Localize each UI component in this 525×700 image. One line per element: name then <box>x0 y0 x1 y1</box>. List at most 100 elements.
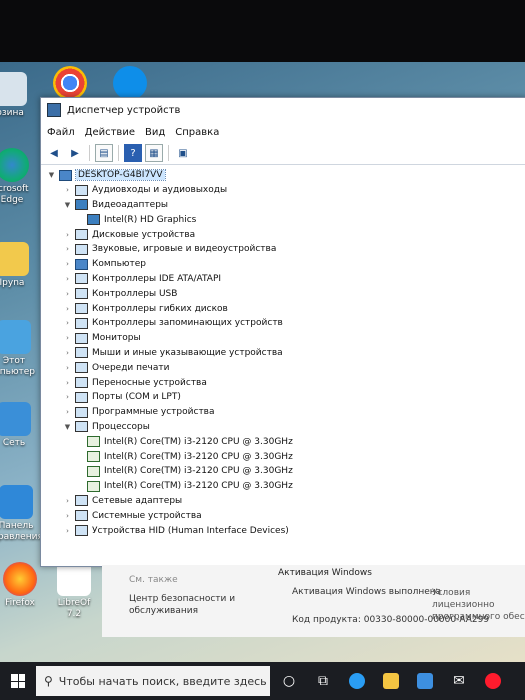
tree-item-audio[interactable]: › Аудиовходы и аудиовыходы <box>41 183 525 198</box>
expand-icon[interactable]: › <box>63 334 72 342</box>
usb-icon <box>75 288 88 300</box>
expand-icon[interactable]: › <box>63 393 72 401</box>
libreoffice-icon[interactable]: LibreOf 7.2 <box>50 562 98 620</box>
tree-item-storage[interactable]: › Контроллеры запоминающих устройств <box>41 316 525 331</box>
edge-taskbar-icon[interactable] <box>342 662 372 700</box>
processor-icon <box>87 451 100 463</box>
tree-item-processors[interactable]: ▼ Процессоры <box>41 420 525 435</box>
mouse-icon <box>75 347 88 359</box>
menu-file[interactable]: Файл <box>47 127 75 138</box>
expand-icon[interactable]: › <box>63 260 72 268</box>
tree-item-sound[interactable]: › Звуковые, игровые и видеоустройства <box>41 242 525 257</box>
cortana-icon[interactable]: ○ <box>274 662 304 700</box>
activation-heading: Активация Windows <box>278 568 372 578</box>
expand-icon[interactable]: › <box>63 275 72 283</box>
expand-icon[interactable]: › <box>63 527 72 535</box>
tree-item-label: Переносные устройства <box>92 377 207 388</box>
expand-icon[interactable]: › <box>63 231 72 239</box>
file-explorer-icon[interactable] <box>376 662 406 700</box>
tree-item-floppy[interactable]: › Контроллеры гибких дисков <box>41 301 525 316</box>
tree-item-label: Процессоры <box>92 421 150 432</box>
device-manager-window[interactable]: Диспетчер устройств Файл Действие Вид Сп… <box>40 97 525 567</box>
tree-item-label: Аудиовходы и аудиовыходы <box>92 185 228 196</box>
expand-icon[interactable]: › <box>63 408 72 416</box>
tree-item-portable[interactable]: › Переносные устройства <box>41 375 525 390</box>
tree-item-ide[interactable]: › Контроллеры IDE ATA/ATAPI <box>41 272 525 287</box>
tree-item-network[interactable]: › Сетевые адаптеры <box>41 494 525 509</box>
tree-item-display-adapters[interactable]: ▼ Видеоадаптеры <box>41 198 525 213</box>
expand-icon[interactable]: › <box>63 349 72 357</box>
tree-item-software[interactable]: › Программные устройства <box>41 405 525 420</box>
tree-item-ports[interactable]: › Порты (COM и LPT) <box>41 390 525 405</box>
tree-item-cpu[interactable]: Intel(R) Core(TM) i3-2120 CPU @ 3.30GHz <box>41 464 525 479</box>
disk-drive-icon <box>75 229 88 241</box>
tree-item-label: Видеоадаптеры <box>92 199 169 210</box>
store-icon[interactable] <box>410 662 440 700</box>
expand-icon[interactable]: › <box>63 379 72 387</box>
taskbar-search[interactable]: ⚲ Чтобы начать поиск, введите здесь <box>36 666 270 696</box>
scan-hardware-icon[interactable]: ▣ <box>174 144 192 162</box>
security-center-link[interactable]: Центр безопасности и обслуживания <box>129 593 249 617</box>
tree-item-label: Intel(R) Core(TM) i3-2120 CPU @ 3.30GHz <box>104 436 293 447</box>
processor-icon <box>87 436 100 448</box>
tree-item-usb[interactable]: › Контроллеры USB <box>41 286 525 301</box>
windows-logo-icon <box>11 674 25 688</box>
menu-help[interactable]: Справка <box>175 127 219 138</box>
collapse-icon[interactable]: ▼ <box>47 171 56 179</box>
expand-icon[interactable]: › <box>63 245 72 253</box>
expand-icon[interactable]: › <box>63 290 72 298</box>
expand-icon[interactable]: › <box>63 364 72 372</box>
tree-item-disk-drives[interactable]: › Дисковые устройства <box>41 227 525 242</box>
system-window: См. также Центр безопасности и обслужива… <box>102 565 525 637</box>
collapse-icon[interactable]: ▼ <box>63 423 72 431</box>
desktop-icon-label: Сеть <box>2 438 26 448</box>
tree-item-mice[interactable]: › Мыши и иные указывающие устройства <box>41 346 525 361</box>
tree-item-cpu[interactable]: Intel(R) Core(TM) i3-2120 CPU @ 3.30GHz <box>41 479 525 494</box>
menu-view[interactable]: Вид <box>145 127 165 138</box>
forward-arrow-icon[interactable]: ▶ <box>66 144 84 162</box>
tree-item-cpu[interactable]: Intel(R) Core(TM) i3-2120 CPU @ 3.30GHz <box>41 449 525 464</box>
expand-icon[interactable]: › <box>63 186 72 194</box>
tree-item-label: Контроллеры USB <box>92 288 178 299</box>
tree-item-system[interactable]: › Системные устройства <box>41 508 525 523</box>
control-panel-icon[interactable]: Панель правления <box>0 485 43 543</box>
collapse-icon[interactable]: ▼ <box>63 201 72 209</box>
start-button[interactable] <box>0 662 36 700</box>
desktop-icon-label: Этот мпьютер <box>0 356 36 377</box>
details-icon[interactable]: ▦ <box>145 144 163 162</box>
expand-icon[interactable]: › <box>63 319 72 327</box>
speaker-icon <box>75 243 88 255</box>
tree-item-gpu[interactable]: Intel(R) HD Graphics <box>41 212 525 227</box>
task-view-icon[interactable]: ⧉ <box>308 662 338 700</box>
tree-item-label: Звуковые, игровые и видеоустройства <box>92 244 277 255</box>
tree-item-label: Системные устройства <box>92 510 202 521</box>
storage-controller-icon <box>75 317 88 329</box>
tree-item-label: Порты (COM и LPT) <box>92 392 181 403</box>
product-key: Код продукта: 00330-80000-00000-AA299 <box>292 615 490 625</box>
firefox-icon[interactable]: Firefox <box>0 562 44 609</box>
mail-icon[interactable]: ✉ <box>444 662 474 700</box>
tree-item-cpu[interactable]: Intel(R) Core(TM) i3-2120 CPU @ 3.30GHz <box>41 434 525 449</box>
expand-icon[interactable]: › <box>63 497 72 505</box>
tree-root[interactable]: ▼ DESKTOP-G4BI7VV <box>41 168 525 183</box>
opera-icon[interactable] <box>478 662 508 700</box>
recycle-bin-icon[interactable]: рзина <box>0 72 34 119</box>
desktop-icon-label: Панель правления <box>0 521 43 542</box>
tree-item-computer[interactable]: › Компьютер <box>41 257 525 272</box>
tree-item-monitors[interactable]: › Мониторы <box>41 331 525 346</box>
user-folder-icon[interactable]: Ipyna <box>0 242 36 289</box>
window-titlebar[interactable]: Диспетчер устройств <box>41 98 525 122</box>
properties-icon[interactable]: ▤ <box>95 144 113 162</box>
tree-item-print-queues[interactable]: › Очереди печати <box>41 360 525 375</box>
tree-item-hid[interactable]: › Устройства HID (Human Interface Device… <box>41 523 525 538</box>
expand-icon[interactable]: › <box>63 305 72 313</box>
help-icon[interactable]: ? <box>124 144 142 162</box>
this-pc-icon[interactable]: Этот мпьютер <box>0 320 38 378</box>
edge-icon[interactable]: icrosoft Edge <box>0 148 36 206</box>
expand-icon[interactable]: › <box>63 512 72 520</box>
menu-action[interactable]: Действие <box>85 127 135 138</box>
floppy-controller-icon <box>75 303 88 315</box>
back-arrow-icon[interactable]: ◀ <box>45 144 63 162</box>
network-icon[interactable]: Сеть <box>0 402 38 449</box>
portable-device-icon <box>75 377 88 389</box>
